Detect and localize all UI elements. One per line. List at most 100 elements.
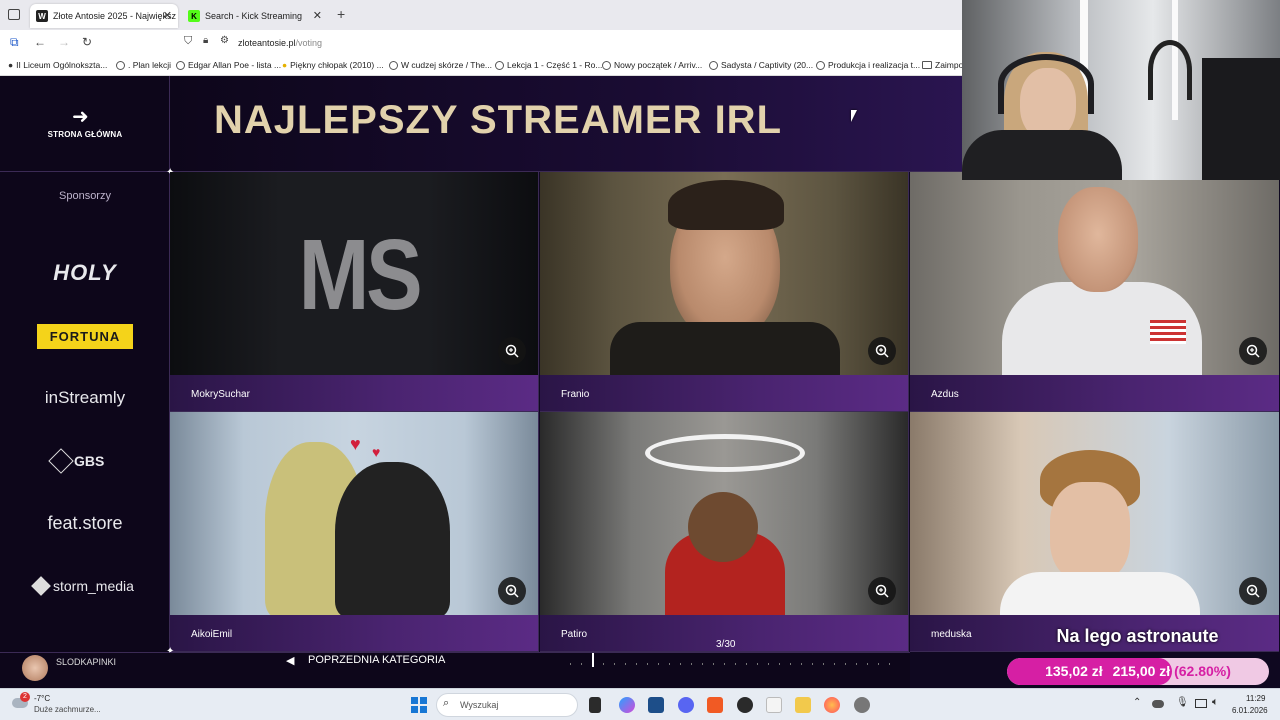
address-bar[interactable]: zloteantosie.pl/voting [238, 38, 322, 48]
hanging-headphones-icon [1148, 40, 1192, 100]
bookmark-item[interactable]: ● II Liceum Ogólnokszta... [8, 60, 107, 70]
left-sidebar: ➜ STRONA GŁÓWNA Sponsorzy HOLY FORTUNA i… [0, 76, 170, 688]
nominee-card-aikoiemil[interactable]: ♥ ♥ AikoiEmil [170, 412, 539, 652]
start-button[interactable] [411, 697, 427, 713]
headphones-icon [998, 54, 1094, 114]
globe-icon [389, 60, 398, 70]
bookmark-item[interactable]: Sadysta / Captivity (20... [709, 60, 813, 70]
sponsor-holy[interactable]: HOLY [0, 260, 170, 286]
weather-temp: -7°C [34, 694, 51, 703]
sponsor-featstore[interactable]: feat.store [0, 513, 170, 534]
sponsor-fortuna-label: FORTUNA [49, 329, 121, 344]
reload-icon[interactable]: ↻ [82, 35, 92, 49]
bookmark-item[interactable]: Produkcja i realizacja t... [816, 60, 920, 70]
pager-count: 3/30 [716, 639, 736, 650]
pager-track[interactable] [570, 663, 890, 665]
flag-patch [1150, 320, 1186, 344]
nominee-card-mokrysuchar[interactable]: MS MokrySuchar [170, 172, 539, 412]
monitor-shape [1202, 58, 1280, 180]
brave-icon[interactable] [707, 697, 723, 713]
new-tab-button[interactable]: + [337, 6, 345, 22]
url-domain: zloteantosie.pl [238, 38, 296, 48]
nominee-namebar: Franio [540, 375, 908, 411]
zoom-icon[interactable] [498, 337, 526, 365]
back-icon[interactable]: ← [34, 35, 46, 49]
start-logo-tile [420, 697, 427, 704]
nominee-name: meduska [931, 629, 972, 640]
bookmark-folder[interactable]: Zaimpo [922, 60, 962, 70]
url-path: /voting [295, 38, 323, 48]
folder-icon [922, 61, 932, 69]
lock-icon[interactable]: 🔒︎ [203, 35, 208, 46]
bookmark-item[interactable]: W cudzej skórze / The... [389, 60, 492, 70]
donation-current: 135,02 zł [1045, 663, 1103, 679]
shield-icon[interactable]: ⛉ [184, 35, 192, 48]
nominee-image [540, 172, 908, 382]
nominee-image: MS [170, 172, 538, 375]
donation-goal: 215,00 zł [1112, 663, 1171, 679]
zoom-icon[interactable] [868, 337, 896, 365]
permissions-icon[interactable]: ⚙ [220, 35, 229, 46]
storm-logo-icon [31, 576, 51, 596]
halo-ring [645, 434, 805, 472]
forward-icon[interactable]: → [58, 35, 70, 49]
nominee-image: ♥ ♥ [170, 412, 538, 617]
settings-icon[interactable] [854, 697, 870, 713]
home-link[interactable]: ➜ STRONA GŁÓWNA [0, 76, 170, 172]
obs-icon[interactable] [737, 697, 753, 713]
storm-label: storm_media [53, 578, 134, 594]
onedrive-icon[interactable] [1152, 700, 1164, 708]
browser-nav-bar: ⧉ ← → ↻ ⛉ 🔒︎ ⚙ zloteantosie.pl/voting [0, 30, 962, 56]
bookmark-item[interactable]: Lekcja 1 - Część 1 - Ro... [495, 60, 602, 70]
zoom-icon[interactable] [1239, 577, 1267, 605]
discord-icon[interactable] [678, 697, 694, 713]
network-icon[interactable] [1195, 699, 1207, 708]
zoom-icon[interactable] [868, 577, 896, 605]
tab-kick-search[interactable]: K Search - Kick Streaming ✕ [182, 4, 328, 28]
tab-title: Search - Kick Streaming [205, 11, 303, 21]
microphone-icon[interactable]: 🎙︎ [1176, 697, 1189, 708]
bookmark-item[interactable]: . Plan lekcji [116, 60, 171, 70]
firefox-icon[interactable] [824, 697, 840, 713]
sponsor-instreamly[interactable]: inStreamly [0, 388, 170, 408]
clock-date[interactable]: 6.01.2026 [1232, 706, 1268, 715]
bookmark-item[interactable]: Nowy początek / Arriv... [602, 60, 702, 70]
nominee-card-meduska[interactable]: meduska [910, 412, 1279, 652]
sponsor-gbs[interactable]: GBS [48, 448, 122, 474]
nominee-image [910, 172, 1279, 382]
store-icon[interactable] [648, 697, 664, 713]
weather-widget[interactable]: 2 -7°C Duże zachmurze... [10, 692, 120, 718]
close-tab-icon[interactable]: ✕ [163, 9, 172, 22]
sidebar-toggle-icon[interactable]: ⧉ [10, 35, 19, 50]
emoji-icon: ● [282, 60, 288, 70]
shirt-shape [1000, 572, 1200, 617]
user-name: SLODKAPINKI [56, 657, 117, 667]
folder-icon[interactable] [795, 697, 811, 713]
avatar[interactable] [22, 655, 48, 681]
bookmark-item[interactable]: Edgar Allan Poe - lista ... [176, 60, 281, 70]
nominee-card-patiro[interactable]: Patiro [540, 412, 909, 652]
file-manager-icon[interactable] [589, 697, 601, 713]
clock-time[interactable]: 11:29 [1246, 694, 1265, 703]
zoom-icon[interactable] [1239, 337, 1267, 365]
bookmarks-bar: ● II Liceum Ogólnokszta... . Plan lekcji … [0, 56, 962, 76]
nominee-card-franio[interactable]: Franio [540, 172, 909, 412]
taskbar-search[interactable]: ⌕ Wyszukaj [436, 693, 578, 717]
nominee-namebar: AikoiEmil [170, 615, 538, 651]
donation-percent: (62.80%) [1174, 663, 1231, 679]
notepad-icon[interactable] [766, 697, 782, 713]
previous-category-button[interactable]: ◀ POPRZEDNIA KATEGORIA [170, 652, 540, 688]
heart-icon: ♥ [350, 434, 361, 454]
tray-chevron-icon[interactable]: ⌃ [1133, 697, 1141, 708]
sponsor-fortuna[interactable]: FORTUNA [37, 324, 133, 349]
browser-tab-bar: W Złote Antosie 2025 - Największ ✕ K Sea… [0, 0, 962, 30]
copilot-icon[interactable] [619, 697, 635, 713]
sponsor-storm-media[interactable]: storm_media [31, 576, 144, 596]
nominee-card-azdus[interactable]: Azdus [910, 172, 1279, 412]
tab-list-icon[interactable] [8, 9, 20, 20]
bookmark-item[interactable]: ● Piękny chłopak (2010) ... [282, 60, 384, 70]
close-tab-icon[interactable]: ✕ [313, 9, 322, 22]
tab-zlote-antosie[interactable]: W Złote Antosie 2025 - Największ ✕ [30, 4, 178, 28]
zoom-icon[interactable] [498, 577, 526, 605]
volume-icon[interactable]: 🔈︎ [1212, 696, 1219, 709]
